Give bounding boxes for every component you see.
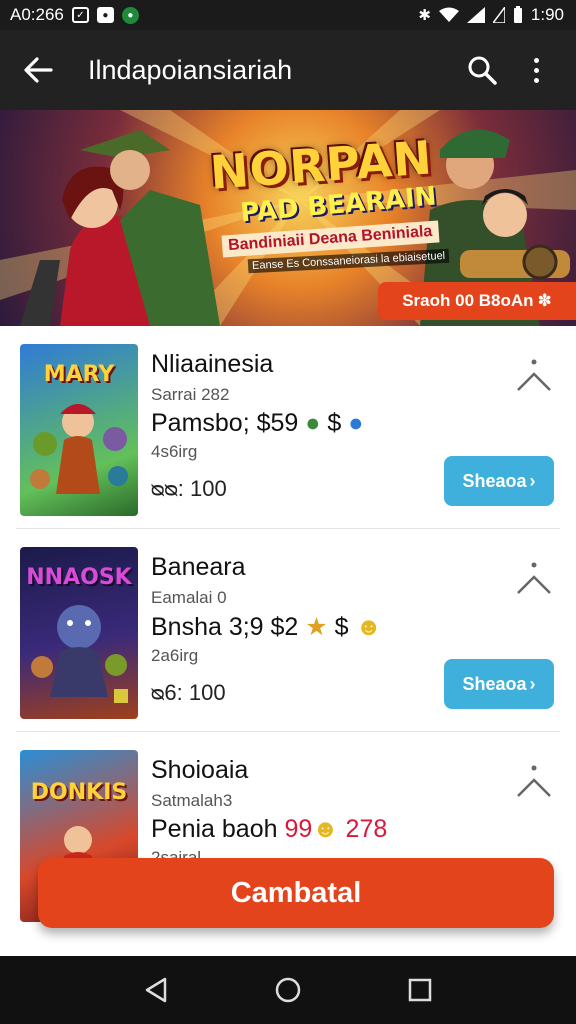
signal-empty-icon — [492, 7, 505, 23]
chevron-right-icon: › — [529, 673, 536, 694]
square-recents-icon — [408, 978, 432, 1002]
game-list: MARY Nliaainesia Sarrai 282 Pamsbo; $59 … — [0, 326, 576, 935]
banner-cta-button[interactable]: Sraoh 00 B8oAn ✽ — [378, 282, 576, 320]
arrow-left-icon — [24, 57, 53, 83]
thumbnail-art — [30, 404, 128, 494]
expand-button[interactable] — [514, 762, 554, 802]
back-button[interactable] — [18, 50, 58, 90]
expand-button[interactable] — [514, 356, 554, 396]
chevron-right-icon: › — [529, 470, 536, 491]
item-subtitle: Satmalah3 — [151, 791, 233, 810]
item-action-label: Sheaoa — [462, 470, 527, 491]
system-nav-bar — [0, 956, 576, 1024]
item-price: Bnsha 3;9 $2 ★ $ ☻ — [151, 612, 382, 642]
item-price: Pamsbo; $59 ● $ ● — [151, 409, 363, 438]
signal-icon — [466, 7, 485, 23]
search-button[interactable] — [460, 48, 504, 92]
promo-banner[interactable]: NORPAN PAD BEARAIN Bandiniaii Deana Beni… — [0, 110, 576, 326]
notification-camera-icon: ● — [96, 7, 114, 23]
overflow-menu-button[interactable] — [514, 48, 558, 92]
page-title: Ilndapoiansiariah — [88, 54, 293, 85]
item-meta: 2a6irg — [151, 646, 199, 665]
app-bar: Ilndapoiansiariah — [0, 30, 576, 110]
item-info: Nliaainesia Sarrai 282 Pamsbo; $59 ● $ ●… — [151, 350, 363, 502]
list-item[interactable]: MARY Nliaainesia Sarrai 282 Pamsbo; $59 … — [16, 326, 560, 529]
item-name: Shoioaia — [151, 756, 249, 784]
thumbnail-art — [31, 605, 128, 703]
banner-cta-label: Sraoh 00 B8oAn — [402, 291, 534, 310]
chevron-up-icon — [517, 765, 551, 797]
share-icon: ✽ — [537, 291, 552, 310]
star-icon: ★ — [305, 613, 328, 641]
status-bar: A0:266 ✓ ● ● ✱ 1:90 — [0, 0, 576, 30]
item-rating: ᴓ6: 100 — [151, 680, 226, 705]
item-price-text: Pamsbo; $59 — [151, 409, 299, 437]
coin-icon: ● — [305, 409, 321, 437]
smile-icon: ☻ — [355, 613, 382, 641]
item-price: Penia baoh 99☻ 278 — [151, 815, 387, 844]
item-info: Baneara Eamalai 0 Bnsha 3;9 $2 ★ $ ☻ 2a6… — [151, 553, 382, 706]
primary-action-button[interactable]: Cambatal — [38, 858, 554, 928]
item-action-button[interactable]: Sheaoa › — [444, 659, 554, 709]
item-price-highlight-2: 278 — [345, 815, 388, 843]
nav-back-button[interactable] — [134, 968, 178, 1012]
globe-icon: ● — [348, 409, 364, 437]
battery-icon — [513, 6, 522, 23]
item-price-text: Penia baoh — [151, 815, 278, 843]
game-thumbnail[interactable]: MARY — [20, 344, 138, 516]
wifi-icon — [438, 7, 459, 22]
item-action-label: Sheaoa — [462, 673, 527, 694]
smile-icon: ☻ — [312, 815, 339, 843]
status-time-left: A0:266 — [10, 5, 64, 24]
item-price-highlight: 99 — [284, 815, 313, 843]
item-rating: ᴓᴓ: 100 — [151, 476, 227, 501]
notification-app-icon: ● — [121, 6, 139, 24]
nav-home-button[interactable] — [266, 968, 310, 1012]
notification-check-icon: ✓ — [71, 7, 89, 23]
bluetooth-icon: ✱ — [418, 7, 431, 24]
item-meta: 4s6irg — [151, 442, 198, 461]
search-icon — [468, 56, 497, 85]
chevron-up-icon — [517, 359, 551, 391]
item-name: Baneara — [151, 553, 246, 581]
item-info: Shoioaia Satmalah3 Penia baoh 99☻ 278 2s… — [151, 756, 387, 868]
item-price-suffix: $ — [327, 409, 342, 437]
game-thumbnail[interactable]: NNAOSK — [20, 547, 138, 719]
item-name: Nliaainesia — [151, 350, 274, 378]
chevron-up-icon — [517, 562, 551, 594]
circle-home-icon — [275, 977, 301, 1003]
primary-action-label: Cambatal — [230, 876, 362, 909]
list-item[interactable]: NNAOSK Baneara Eamalai 0 Bnsha 3;9 $2 ★ … — [16, 529, 560, 732]
item-action-button[interactable]: Sheaoa › — [444, 456, 554, 506]
triangle-back-icon — [145, 977, 167, 1003]
item-subtitle: Sarrai 282 — [151, 385, 230, 404]
item-subtitle: Eamalai 0 — [151, 588, 227, 607]
expand-button[interactable] — [514, 559, 554, 599]
item-price-suffix: $ — [334, 613, 349, 641]
nav-recents-button[interactable] — [398, 968, 442, 1012]
item-price-text: Bnsha 3;9 $2 — [151, 613, 299, 641]
more-vert-icon — [533, 57, 539, 83]
status-time-right: 1:90 — [530, 5, 564, 24]
